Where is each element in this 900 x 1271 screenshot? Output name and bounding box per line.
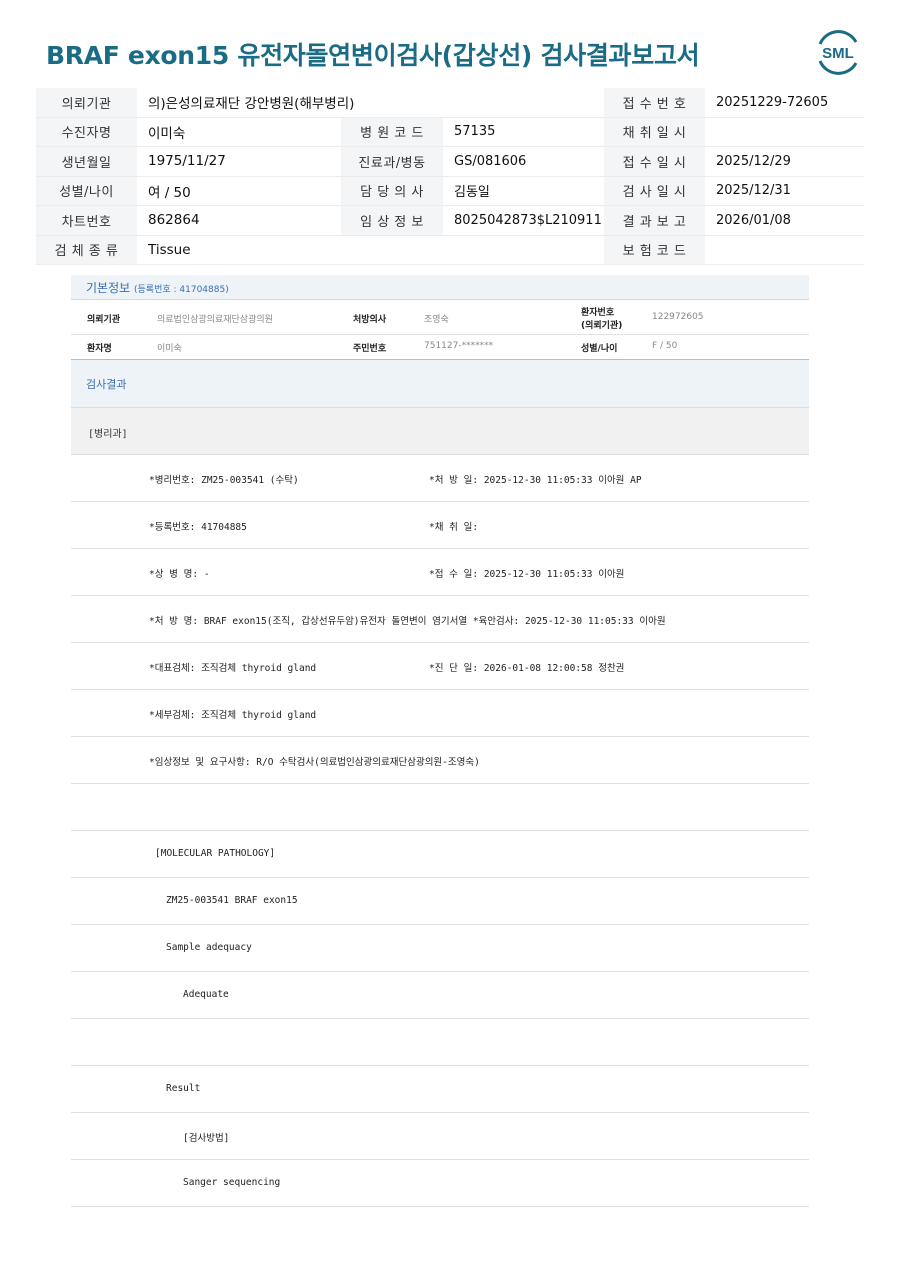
info-label: 결 과 보 고 [604, 205, 705, 236]
rrn-value: 751127-******* [424, 341, 494, 351]
info-label: 성별/나이 [36, 176, 137, 206]
sex-age-value: F / 50 [652, 341, 678, 351]
sml-logo: SML [818, 30, 858, 75]
department-label: [병리과] [88, 429, 128, 440]
result-line: *병리번호: ZM25-003541 (수탁) *처 방 일: 2025-12-… [71, 455, 809, 502]
basic-info-header: 기본정보 (등록번호 : 41704885) [71, 275, 809, 300]
result-line: *등록번호: 41704885 *채 취 일: [71, 502, 809, 549]
molecular-text: ZM25-003541 BRAF exon15 [166, 895, 298, 906]
registration-number: (등록번호 : 41704885) [134, 285, 229, 295]
info-label: 채 취 일 시 [604, 117, 705, 147]
result-field: *처 방 명: BRAF exon15(조직, 갑상선유두암)유전자 돌연변이 … [149, 616, 666, 627]
result-line: *대표검체: 조직검체 thyroid gland *진 단 일: 2026-0… [71, 643, 809, 690]
info-value: Tissue [137, 235, 604, 265]
info-value: 1975/11/27 [137, 146, 341, 177]
info-label: 생년월일 [36, 146, 137, 177]
info-value: 2026/01/08 [705, 205, 864, 236]
info-value: 의)은성의료재단 강안병원(해부병리) [137, 88, 604, 118]
molecular-line: [MOLECULAR PATHOLOGY] [71, 831, 809, 878]
info-value: 여 / 50 [137, 176, 341, 206]
basic-info-row: 의뢰기관 의료법인삼광의료재단삼광의원 처방의사 조영숙 환자번호 (의뢰기관)… [71, 300, 809, 335]
result-field: *병리번호: ZM25-003541 (수탁) [149, 475, 299, 486]
result-field: *진 단 일: 2026-01-08 12:00:58 정찬권 [429, 663, 625, 674]
info-label: 병 원 코 드 [341, 117, 443, 147]
result-section-title: 검사결과 [86, 378, 127, 391]
molecular-line: Sample adequacy [71, 925, 809, 972]
info-value: 57135 [443, 117, 604, 147]
result-field: *채 취 일: [429, 522, 479, 533]
info-value: 862864 [137, 205, 341, 236]
doctor-label: 처방의사 [353, 315, 387, 325]
result-field: *대표검체: 조직검체 thyroid gland [149, 663, 317, 674]
info-value [705, 117, 864, 147]
result-field: *임상정보 및 요구사항: R/O 수탁검사(의료법인삼광의료재단삼광의원-조영… [149, 757, 480, 768]
info-value: 2025/12/31 [705, 176, 864, 206]
info-label: 담 당 의 사 [341, 176, 443, 206]
doctor-value: 조영숙 [424, 315, 449, 325]
molecular-line: ZM25-003541 BRAF exon15 [71, 878, 809, 925]
blank-line [71, 1019, 809, 1066]
department-row: [병리과] [71, 408, 809, 455]
info-label: 임 상 정 보 [341, 205, 443, 236]
result-section-header: 검사결과 [71, 360, 809, 408]
result-field: *세부검체: 조직검체 thyroid gland [149, 710, 317, 721]
info-label: 진료과/병동 [341, 146, 443, 177]
info-label: 수진자명 [36, 117, 137, 147]
result-line: *상 병 명: - *접 수 일: 2025-12-30 11:05:33 이아… [71, 549, 809, 596]
info-label: 차트번호 [36, 205, 137, 236]
info-row: 검 체 종 류 Tissue 보 험 코 드 [36, 235, 864, 265]
info-row: 성별/나이 여 / 50 담 당 의 사 김동일 검 사 일 시 2025/12… [36, 176, 864, 206]
blank-line [71, 784, 809, 831]
molecular-text: Adequate [183, 989, 229, 1000]
info-label: 검 사 일 시 [604, 176, 705, 206]
info-value: 이미숙 [137, 117, 341, 147]
result-field: *처 방 일: 2025-12-30 11:05:33 이아원 AP [429, 475, 642, 486]
info-value: 2025/12/29 [705, 146, 864, 177]
basic-info-title: 기본정보 [86, 281, 131, 295]
info-row: 의뢰기관 의)은성의료재단 강안병원(해부병리) 접 수 번 호 2025122… [36, 88, 864, 118]
molecular-text: Sanger sequencing [183, 1177, 281, 1188]
molecular-line: [검사방법] [71, 1113, 809, 1160]
info-label: 의뢰기관 [36, 88, 137, 118]
req-org-value: 의료법인삼광의료재단삼광의원 [157, 315, 273, 325]
info-value: 20251229-72605 [705, 88, 864, 118]
req-org-label: 의뢰기관 [87, 315, 121, 325]
svg-text:SML: SML [822, 45, 854, 62]
info-value: 김동일 [443, 176, 604, 206]
molecular-line: Adequate [71, 972, 809, 1019]
info-label: 검 체 종 류 [36, 235, 137, 265]
patient-no-value: 122972605 [652, 312, 704, 322]
molecular-line: Sanger sequencing [71, 1160, 809, 1207]
patient-label: 환자명 [87, 344, 112, 354]
molecular-text: Sample adequacy [166, 942, 252, 953]
rrn-label: 주민번호 [353, 344, 387, 354]
info-label: 접 수 일 시 [604, 146, 705, 177]
result-field: *등록번호: 41704885 [149, 522, 247, 533]
patient-info-table: 의뢰기관 의)은성의료재단 강안병원(해부병리) 접 수 번 호 2025122… [36, 88, 864, 265]
result-line: *임상정보 및 요구사항: R/O 수탁검사(의료법인삼광의료재단삼광의원-조영… [71, 737, 809, 784]
molecular-text: Result [166, 1083, 201, 1094]
molecular-heading: [MOLECULAR PATHOLOGY] [155, 848, 276, 859]
info-value: GS/081606 [443, 146, 604, 177]
info-label: 접 수 번 호 [604, 88, 705, 118]
result-line: *세부검체: 조직검체 thyroid gland [71, 690, 809, 737]
result-field: *상 병 명: - [149, 569, 210, 580]
basic-info-row: 환자명 이미숙 주민번호 751127-******* 성별/나이 F / 50 [71, 335, 809, 360]
info-row: 생년월일 1975/11/27 진료과/병동 GS/081606 접 수 일 시… [36, 146, 864, 177]
result-line: *처 방 명: BRAF exon15(조직, 갑상선유두암)유전자 돌연변이 … [71, 596, 809, 643]
patient-no-sublabel: (의뢰기관) [581, 321, 623, 331]
info-label: 보 험 코 드 [604, 235, 705, 265]
report-title: BRAF exon15 유전자돌연변이검사(갑상선) 검사결과보고서 [46, 41, 700, 70]
info-value [705, 235, 864, 265]
patient-no-label: 환자번호 [581, 308, 615, 318]
info-row: 차트번호 862864 임 상 정 보 8025042873$L210911 결… [36, 205, 864, 236]
molecular-text: [검사방법] [183, 1133, 230, 1144]
embedded-report: 기본정보 (등록번호 : 41704885) 의뢰기관 의료법인삼광의료재단삼광… [71, 275, 809, 1207]
patient-value: 이미숙 [157, 344, 182, 354]
info-row: 수진자명 이미숙 병 원 코 드 57135 채 취 일 시 [36, 117, 864, 147]
info-value: 8025042873$L210911 [443, 205, 604, 236]
result-field: *접 수 일: 2025-12-30 11:05:33 이아원 [429, 569, 625, 580]
sex-age-label: 성별/나이 [581, 344, 618, 354]
molecular-line: Result [71, 1066, 809, 1113]
